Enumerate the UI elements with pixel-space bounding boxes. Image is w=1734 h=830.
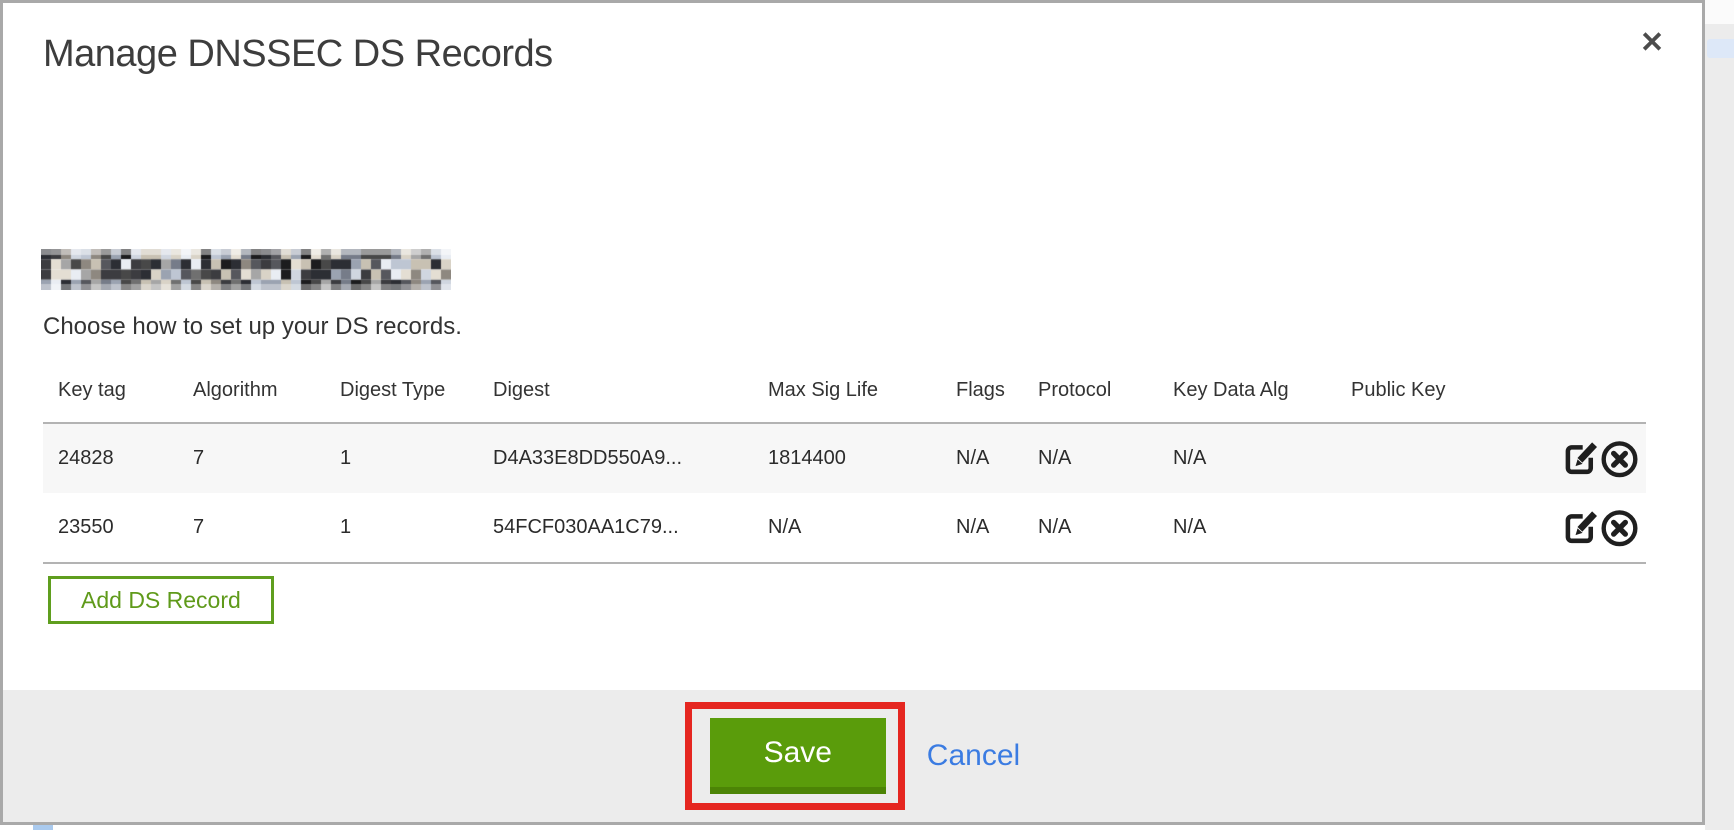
delete-icon[interactable] — [1599, 507, 1640, 548]
edit-icon[interactable] — [1560, 507, 1601, 548]
page-behind-bottom-strip — [0, 825, 1705, 830]
page-behind-white — [1705, 0, 1734, 24]
cell-public-key — [1336, 493, 1521, 563]
col-header-public-key: Public Key — [1336, 363, 1521, 423]
cancel-link[interactable]: Cancel — [927, 739, 1020, 773]
manage-dnssec-dialog: Manage DNSSEC DS Records ✕ Choose how to… — [0, 0, 1705, 825]
close-icon[interactable]: ✕ — [1634, 25, 1670, 61]
cell-public-key — [1336, 423, 1521, 493]
cell-flags: N/A — [941, 493, 1023, 563]
dialog-footer: Save Cancel — [3, 690, 1702, 822]
page-behind-link-fragment — [1707, 39, 1734, 58]
row-actions — [1521, 493, 1646, 563]
col-header-max-sig-life: Max Sig Life — [753, 363, 941, 423]
save-highlight-annotation: Save — [685, 702, 905, 810]
cell-digest: 54FCF030AA1C79... — [478, 493, 753, 563]
ds-records-table: Key tag Algorithm Digest Type Digest Max… — [43, 363, 1646, 564]
col-header-flags: Flags — [941, 363, 1023, 423]
cell-max-sig-life: 1814400 — [753, 423, 941, 493]
col-header-key-tag: Key tag — [43, 363, 178, 423]
save-button[interactable]: Save — [710, 718, 886, 794]
col-header-actions — [1521, 363, 1646, 423]
cell-key-data-alg: N/A — [1158, 423, 1336, 493]
cell-key-data-alg: N/A — [1158, 493, 1336, 563]
table-header-row: Key tag Algorithm Digest Type Digest Max… — [43, 363, 1646, 423]
add-ds-record-button[interactable]: Add DS Record — [48, 576, 274, 624]
cell-max-sig-life: N/A — [753, 493, 941, 563]
redacted-domain-pixelation — [41, 249, 451, 290]
row-actions — [1521, 423, 1646, 493]
cell-algorithm: 7 — [178, 493, 325, 563]
table-row: 24828 7 1 D4A33E8DD550A9... 1814400 N/A … — [43, 423, 1646, 493]
page-behind-link-fragment — [33, 825, 53, 830]
table-row: 23550 7 1 54FCF030AA1C79... N/A N/A N/A … — [43, 493, 1646, 563]
cell-protocol: N/A — [1023, 493, 1158, 563]
cell-digest-type: 1 — [325, 493, 478, 563]
cell-digest: D4A33E8DD550A9... — [478, 423, 753, 493]
edit-icon[interactable] — [1560, 438, 1601, 479]
cell-algorithm: 7 — [178, 423, 325, 493]
redacted-domain-name — [41, 249, 451, 290]
cell-key-tag: 23550 — [43, 493, 178, 563]
col-header-algorithm: Algorithm — [178, 363, 325, 423]
page-behind-right-strip — [1705, 0, 1734, 830]
dialog-title: Manage DNSSEC DS Records — [43, 33, 553, 76]
cell-key-tag: 24828 — [43, 423, 178, 493]
col-header-key-data-alg: Key Data Alg — [1158, 363, 1336, 423]
cell-flags: N/A — [941, 423, 1023, 493]
cell-digest-type: 1 — [325, 423, 478, 493]
col-header-protocol: Protocol — [1023, 363, 1158, 423]
instruction-text: Choose how to set up your DS records. — [43, 313, 462, 341]
delete-icon[interactable] — [1599, 438, 1640, 479]
col-header-digest-type: Digest Type — [325, 363, 478, 423]
col-header-digest: Digest — [478, 363, 753, 423]
cell-protocol: N/A — [1023, 423, 1158, 493]
